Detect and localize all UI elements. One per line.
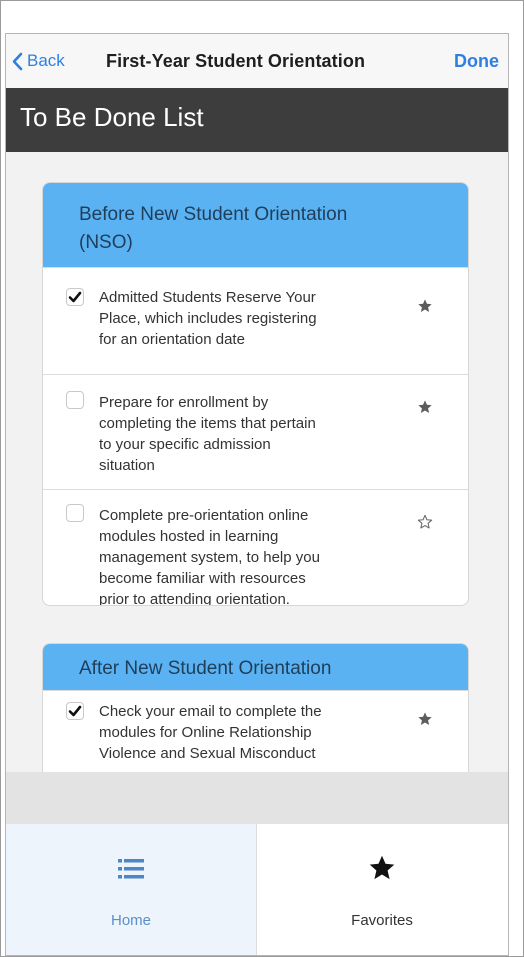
- checkbox[interactable]: [66, 504, 84, 522]
- star-filled-icon[interactable]: [417, 711, 433, 727]
- list-item[interactable]: Complete pre-orientation online modules …: [43, 489, 468, 605]
- list-item[interactable]: Prepare for enrollment by completing the…: [43, 374, 468, 489]
- item-text-line: Complete pre-orientation online: [99, 507, 309, 524]
- item-text-line: Place, which includes registering: [99, 310, 317, 327]
- item-text-line: for an orientation date: [99, 331, 245, 348]
- tab-favorites-label: Favorites: [351, 912, 413, 929]
- section-header: After New Student Orientation: [43, 644, 468, 690]
- phone-screen: Back First-Year Student Orientation Done…: [5, 33, 509, 956]
- tab-home[interactable]: Home: [6, 824, 257, 955]
- title-bar: To Be Done List: [6, 88, 508, 152]
- tabbar-separator: [6, 772, 508, 824]
- tab-home-label: Home: [110, 912, 151, 929]
- tab-bar: Home Favorites: [6, 824, 508, 955]
- star-filled-icon: [369, 855, 395, 880]
- list-item[interactable]: Admitted Students Reserve Your Place, wh…: [43, 267, 468, 374]
- navigation-bar: Back First-Year Student Orientation Done: [6, 34, 508, 88]
- back-button[interactable]: Back: [12, 34, 65, 88]
- screenshot-frame: Back First-Year Student Orientation Done…: [0, 0, 524, 957]
- item-text-line: situation: [99, 457, 155, 474]
- checkmark-icon: [68, 291, 82, 303]
- item-text-line: modules hosted in learning: [99, 528, 279, 545]
- item-text-line: completing the items that pertain: [99, 415, 316, 432]
- section-before-nso: Before New Student Orientation (NSO) Adm…: [42, 182, 469, 606]
- list-icon: [118, 859, 144, 879]
- list-item[interactable]: Check your email to complete the modules…: [43, 690, 468, 772]
- done-button[interactable]: Done: [454, 34, 499, 88]
- item-text-line: management system, to help you: [99, 549, 320, 566]
- section-title-line: Before New Student Orientation: [79, 204, 348, 225]
- checkbox[interactable]: [66, 288, 84, 306]
- star-outline-icon[interactable]: [417, 514, 433, 530]
- item-text-line: Admitted Students Reserve Your: [99, 289, 316, 306]
- page-title: To Be Done List: [20, 102, 204, 132]
- chevron-left-icon: [12, 52, 23, 70]
- star-filled-icon[interactable]: [417, 298, 433, 314]
- section-header: Before New Student Orientation (NSO): [43, 183, 468, 267]
- scroll-content[interactable]: Before New Student Orientation (NSO) Adm…: [6, 152, 508, 772]
- checkmark-icon: [68, 705, 82, 717]
- section-title-line: (NSO): [79, 232, 133, 253]
- tab-favorites[interactable]: Favorites: [257, 824, 507, 955]
- item-text-line: Check your email to complete the: [99, 703, 322, 720]
- section-after-nso: After New Student Orientation Check your…: [42, 643, 469, 772]
- item-text-line: Violence and Sexual Misconduct: [99, 745, 316, 762]
- item-text-line: Prepare for enrollment by: [99, 394, 269, 411]
- item-text-line: to your specific admission: [99, 436, 271, 453]
- checkbox[interactable]: [66, 391, 84, 409]
- item-text-line: prior to attending orientation.: [99, 591, 290, 606]
- nav-title: First-Year Student Orientation: [106, 50, 366, 71]
- star-filled-icon[interactable]: [417, 399, 433, 415]
- checkbox[interactable]: [66, 702, 84, 720]
- item-text-line: modules for Online Relationship: [99, 724, 312, 741]
- section-title-line: After New Student Orientation: [79, 658, 332, 679]
- item-text-line: become familiar with resources: [99, 570, 306, 587]
- back-label: Back: [27, 51, 65, 70]
